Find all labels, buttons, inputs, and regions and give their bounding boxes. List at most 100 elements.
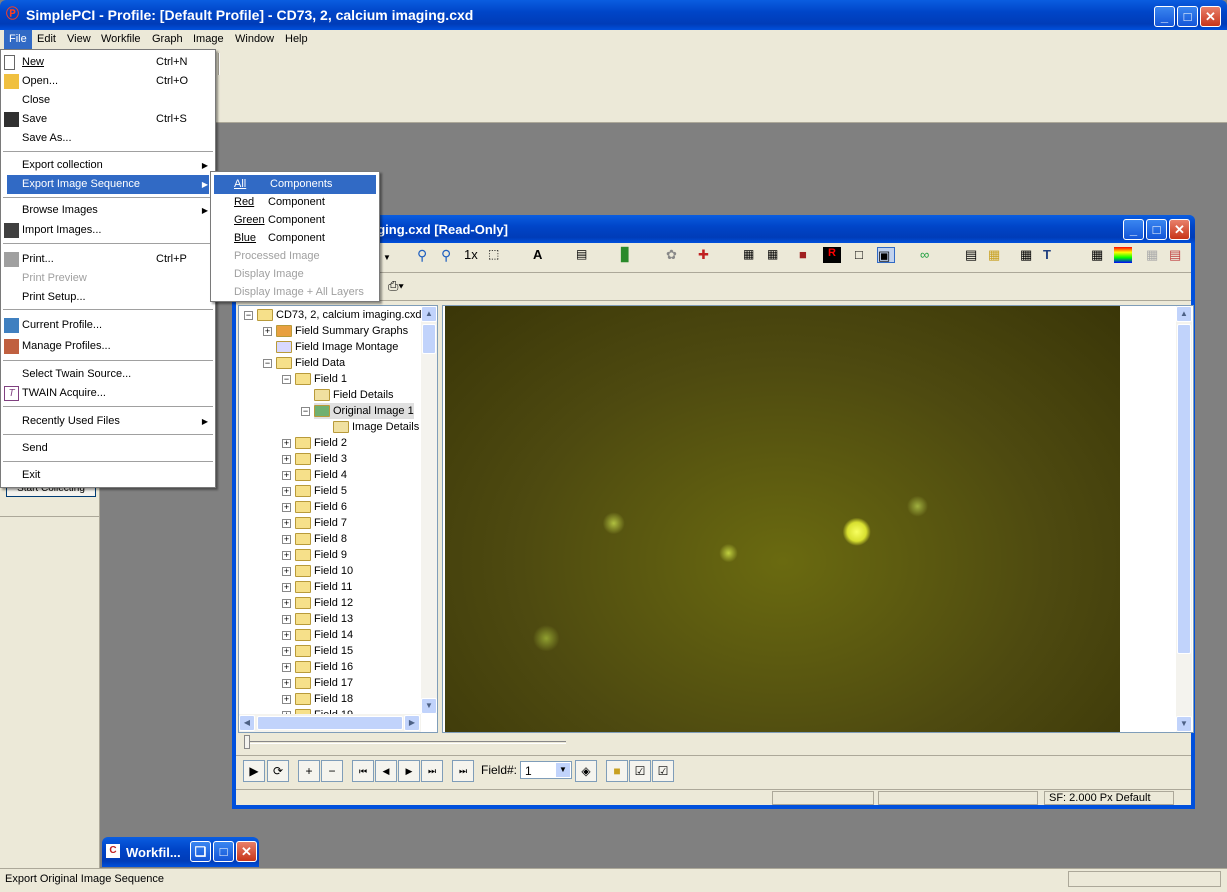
close-button[interactable]: ✕: [236, 841, 257, 862]
last-frame-button[interactable]: ⏭: [421, 760, 443, 782]
tree-item-montage[interactable]: Field Image Montage: [276, 339, 398, 355]
tree-expander[interactable]: +: [282, 695, 291, 704]
scroll-up-button[interactable]: ▲: [421, 306, 437, 322]
menu-new[interactable]: New Ctrl+N: [1, 53, 215, 72]
next-frame-button[interactable]: ▶: [398, 760, 420, 782]
menu-view[interactable]: View: [62, 30, 96, 49]
tree-expander[interactable]: −: [263, 359, 272, 368]
tree-item-field[interactable]: Field 11: [295, 579, 352, 595]
menu-edit[interactable]: Edit: [32, 30, 61, 49]
menu-window[interactable]: Window: [230, 30, 279, 49]
scroll-left-button[interactable]: ◀: [239, 715, 255, 731]
menu-workfile[interactable]: Workfile: [96, 30, 146, 49]
tree-item-original[interactable]: Original Image 1: [314, 403, 414, 419]
minus-button[interactable]: −: [321, 760, 343, 782]
minimize-button[interactable]: _: [1154, 6, 1175, 27]
image-vscroll[interactable]: ▲ ▼: [1176, 306, 1192, 732]
maximize-button[interactable]: □: [1177, 6, 1198, 27]
tree-item-field[interactable]: Field 8: [295, 531, 347, 547]
tree-item-field-details[interactable]: Field Details: [314, 387, 394, 403]
tree-item-field[interactable]: Field 19: [295, 707, 353, 714]
zoom-1x-icon[interactable]: 1x: [464, 247, 482, 263]
tree-item-field[interactable]: Field 10: [295, 563, 353, 579]
menu-export-collection[interactable]: Export collection ▶: [1, 156, 215, 175]
play-button[interactable]: ▶: [243, 760, 265, 782]
menu-graph[interactable]: Graph: [147, 30, 188, 49]
menu-help[interactable]: Help: [280, 30, 313, 49]
export-icon[interactable]: ▦: [743, 247, 761, 263]
menu-recent-files[interactable]: Recently Used Files ▶: [1, 412, 215, 431]
tree-item-field[interactable]: Field 14: [295, 627, 353, 643]
menu-current-profile[interactable]: Current Profile...: [1, 316, 215, 335]
submenu-blue[interactable]: Blue Component: [211, 229, 379, 248]
tree-expander[interactable]: +: [282, 455, 291, 464]
tree-expander[interactable]: −: [301, 407, 310, 416]
folder-button[interactable]: ■: [606, 760, 628, 782]
probe2-icon[interactable]: ⚲: [441, 247, 459, 263]
tree-expander[interactable]: −: [282, 375, 291, 384]
menu-select-twain[interactable]: Select Twain Source...: [1, 365, 215, 384]
tree-expander[interactable]: +: [282, 471, 291, 480]
workfile-minimized[interactable]: C Workfil... ❏ □ ✕: [102, 837, 259, 867]
ruler-icon[interactable]: ▤: [576, 247, 594, 263]
calcium-image[interactable]: [445, 306, 1120, 732]
tree-expander[interactable]: +: [282, 615, 291, 624]
find-button[interactable]: ◈: [575, 760, 597, 782]
check-all-button[interactable]: ☑: [652, 760, 674, 782]
tree-expander[interactable]: +: [282, 663, 291, 672]
menu-print[interactable]: Print... Ctrl+P: [1, 250, 215, 269]
tree-item-field[interactable]: Field 2: [295, 435, 347, 451]
tree-item-field[interactable]: Field 9: [295, 547, 347, 563]
menu-export-image-sequence[interactable]: Export Image Sequence ▶: [7, 175, 209, 194]
maximize-button[interactable]: □: [213, 841, 234, 862]
frame-selected-icon[interactable]: ▣: [877, 247, 895, 263]
tree-item-image-details[interactable]: Image Details: [333, 419, 419, 435]
close-button[interactable]: ✕: [1200, 6, 1221, 27]
tree-vscroll[interactable]: ▲ ▼: [421, 306, 437, 714]
tree-item-field[interactable]: Field 7: [295, 515, 347, 531]
tree-expander[interactable]: −: [244, 311, 253, 320]
plus-button[interactable]: +: [298, 760, 320, 782]
tree-expander[interactable]: +: [282, 583, 291, 592]
tree-item-field[interactable]: Field 18: [295, 691, 353, 707]
frame-icon[interactable]: □: [855, 247, 873, 263]
child-close-button[interactable]: ✕: [1169, 219, 1190, 240]
menu-exit[interactable]: Exit: [1, 466, 215, 485]
submenu-red[interactable]: Red Component: [211, 193, 379, 212]
first-frame-button[interactable]: ⏮: [352, 760, 374, 782]
scroll-up-button[interactable]: ▲: [1176, 306, 1192, 322]
menu-send[interactable]: Send: [1, 439, 215, 458]
tree-item-summary[interactable]: Field Summary Graphs: [276, 323, 408, 339]
menu-save-as[interactable]: Save As...: [1, 129, 215, 148]
notes-icon[interactable]: ▦: [988, 247, 1006, 263]
text-tool-icon[interactable]: A: [533, 247, 551, 263]
tree-item-field[interactable]: Field 6: [295, 499, 347, 515]
menu-close[interactable]: Close: [1, 91, 215, 110]
menu-file[interactable]: File: [4, 30, 32, 49]
tree-item-field[interactable]: Field 12: [295, 595, 353, 611]
scroll-down-button[interactable]: ▼: [1176, 716, 1192, 732]
tree-expander[interactable]: +: [282, 503, 291, 512]
crosshair-icon[interactable]: ✚: [698, 247, 716, 263]
goto-end-button[interactable]: ⏭: [452, 760, 474, 782]
tree-item-field-data[interactable]: Field Data: [276, 355, 345, 371]
rgb-icon[interactable]: R: [823, 247, 841, 263]
selection-icon[interactable]: ⬚: [488, 247, 506, 263]
scroll-thumb[interactable]: [1177, 324, 1191, 654]
field-select[interactable]: 1 ▼: [520, 761, 572, 779]
particles-icon[interactable]: ✿: [666, 247, 684, 263]
tree-root[interactable]: CD73, 2, calcium imaging.cxd: [257, 307, 421, 323]
probe-icon[interactable]: ⚲: [417, 247, 435, 263]
menu-twain-acquire[interactable]: T TWAIN Acquire...: [1, 384, 215, 403]
scroll-right-button[interactable]: ▶: [404, 715, 420, 731]
scroll-down-button[interactable]: ▼: [421, 698, 437, 714]
tree-item-field[interactable]: Field 13: [295, 611, 353, 627]
menu-open[interactable]: Open... Ctrl+O: [1, 72, 215, 91]
menu-import-images[interactable]: Import Images...: [1, 221, 215, 240]
tree-item-field[interactable]: Field 3: [295, 451, 347, 467]
bars-icon[interactable]: ▤: [965, 247, 983, 263]
scroll-thumb[interactable]: [422, 324, 436, 354]
properties-icon[interactable]: ▦: [1020, 247, 1038, 263]
tree-expander[interactable]: +: [282, 647, 291, 656]
submenu-green[interactable]: Green Component: [211, 211, 379, 230]
